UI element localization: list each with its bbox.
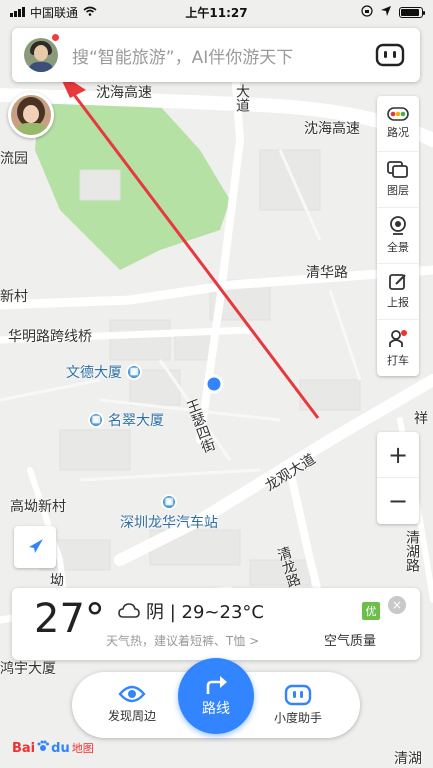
building-icon: ▦ xyxy=(88,412,104,428)
tool-label: 全景 xyxy=(387,241,409,254)
bottom-nav: 发现周边 路线 小度助手 xyxy=(72,658,360,738)
friend-avatar-marker[interactable] xyxy=(8,92,54,138)
report-icon xyxy=(389,274,406,290)
wifi-icon xyxy=(83,5,97,19)
zoom-out-button[interactable]: − xyxy=(377,478,419,524)
road-label: 沈海高速 xyxy=(304,121,360,137)
place-label: 坳 xyxy=(50,573,64,589)
tool-label: 路况 xyxy=(387,126,409,139)
status-bar: 中国联通 上午11:27 xyxy=(0,0,433,24)
assistant-label: 小度助手 xyxy=(273,711,322,725)
carrier-name: 中国联通 xyxy=(30,5,79,20)
road-label: 清华路 xyxy=(306,265,348,281)
tool-label: 上报 xyxy=(387,296,409,309)
profile-avatar[interactable] xyxy=(24,38,58,72)
zoom-in-button[interactable]: + xyxy=(377,432,419,478)
search-bar[interactable]: 搜“智能旅游”，AI伴你游天下 xyxy=(12,28,420,82)
locate-button[interactable] xyxy=(14,526,56,568)
weather-condition: 阴 | 29~23°C xyxy=(118,598,264,624)
assistant-robot-icon xyxy=(284,684,312,706)
place-label: 鸿宇大厦 xyxy=(0,661,56,677)
panorama-button[interactable]: 全景 xyxy=(377,208,419,264)
building-icon: ▦ xyxy=(126,364,142,380)
layers-icon xyxy=(387,161,408,178)
traffic-button[interactable]: 路况 xyxy=(377,96,419,152)
road-label: 沈海高速 xyxy=(96,85,152,101)
route-label: 路线 xyxy=(202,701,230,717)
taxi-button[interactable]: 打车 xyxy=(377,320,419,376)
poi-label: 名翠大厦 xyxy=(108,413,164,429)
poi-marker[interactable]: ▦ 名翠大厦 xyxy=(88,410,164,430)
robot-face-icon[interactable] xyxy=(372,37,408,73)
notification-dot xyxy=(52,34,59,41)
place-label: 清湖 xyxy=(394,751,422,767)
assistant-button[interactable]: 小度助手 xyxy=(258,684,338,726)
place-label: 祥 xyxy=(414,411,428,427)
traffic-icon xyxy=(387,107,409,121)
weather-tip-link[interactable]: 天气热，建议着短裤、T恤 > xyxy=(106,632,259,649)
poi-marker[interactable]: ▣ 深圳龙华汽车站 xyxy=(120,494,218,532)
place-label: 流园 xyxy=(0,151,28,167)
paw-icon xyxy=(37,740,50,756)
map-tools-panel: 路况 图层 全景 上报 打车 xyxy=(377,96,419,376)
air-quality-label: 空气质量 xyxy=(324,634,377,649)
poi-label: 深圳龙华汽车站 xyxy=(120,515,218,531)
search-input[interactable]: 搜“智能旅游”，AI伴你游天下 xyxy=(72,43,372,68)
baidu-map-logo: Bai du 地图 xyxy=(12,740,94,756)
tool-label: 图层 xyxy=(387,184,409,197)
place-label: 新村 xyxy=(0,289,28,305)
cloud-icon xyxy=(118,603,140,618)
taxi-icon xyxy=(389,329,407,347)
location-arrow-icon xyxy=(381,5,391,19)
bus-station-icon: ▣ xyxy=(161,494,177,510)
place-label: 高坳新村 xyxy=(10,499,66,515)
discover-label: 发现周边 xyxy=(107,709,156,723)
road-label: 大道 xyxy=(234,84,250,112)
panorama-icon xyxy=(390,216,406,235)
zoom-control: + − xyxy=(377,432,419,524)
poi-marker[interactable]: 文德大厦 ▦ xyxy=(66,362,142,382)
air-quality-badge: 优 xyxy=(362,602,380,620)
current-location-dot xyxy=(204,374,224,394)
compass-icon xyxy=(29,539,43,553)
temperature: 27° xyxy=(34,596,105,642)
poi-label: 文德大厦 xyxy=(66,365,122,381)
route-button[interactable]: 路线 xyxy=(178,658,254,734)
close-weather-button[interactable]: × xyxy=(388,596,406,614)
route-arrow-icon xyxy=(206,676,227,694)
discover-nearby-button[interactable]: 发现周边 xyxy=(92,684,172,724)
weather-card[interactable]: 27° 阴 | 29~23°C 天气热，建议着短裤、T恤 > 优 空气质量 × xyxy=(12,588,420,660)
tool-label: 打车 xyxy=(387,353,409,367)
road-label: 清湖路 xyxy=(404,530,420,572)
report-button[interactable]: 上报 xyxy=(377,264,419,320)
battery-icon xyxy=(399,6,425,18)
layers-button[interactable]: 图层 xyxy=(377,152,419,208)
signal-icon xyxy=(10,7,25,17)
condition-text: 阴 | 29~23°C xyxy=(146,602,264,623)
eye-icon xyxy=(118,685,146,703)
orientation-lock-icon xyxy=(361,4,373,20)
road-label: 华明路跨线桥 xyxy=(8,329,92,345)
